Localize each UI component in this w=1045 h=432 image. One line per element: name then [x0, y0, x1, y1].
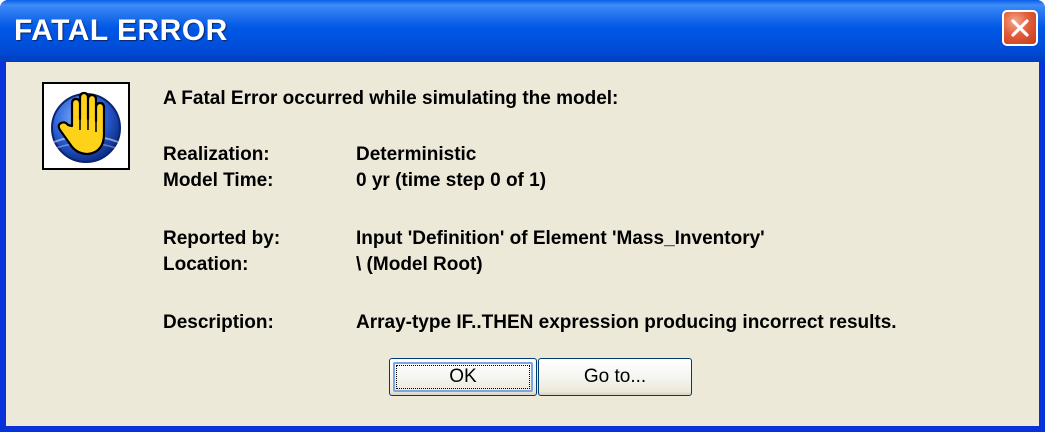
ok-button[interactable]: OK [389, 358, 537, 396]
fatal-error-dialog: FATAL ERROR A Fatal Error occurred while… [0, 0, 1045, 432]
error-header: A Fatal Error occurred while simulating … [163, 88, 619, 109]
model-time-label: Model Time: [163, 170, 274, 191]
error-icon-frame [42, 82, 130, 170]
description-value: Array-type IF..THEN expression producing… [356, 312, 897, 333]
goto-button[interactable]: Go to... [538, 358, 692, 396]
window-bottom-border [0, 426, 1045, 432]
window-title: FATAL ERROR [14, 14, 228, 47]
description-label: Description: [163, 312, 274, 333]
title-bar[interactable]: FATAL ERROR [0, 0, 1045, 62]
reported-by-label: Reported by: [163, 228, 281, 249]
ok-button-label: OK [449, 366, 477, 387]
model-time-value: 0 yr (time step 0 of 1) [356, 170, 547, 191]
location-label: Location: [163, 254, 249, 275]
dialog-body: A Fatal Error occurred while simulating … [6, 62, 1039, 426]
location-value: \ (Model Root) [356, 254, 483, 275]
reported-by-value: Input 'Definition' of Element 'Mass_Inve… [356, 228, 765, 249]
close-button[interactable] [1002, 10, 1038, 46]
stop-hand-icon [51, 91, 121, 163]
goto-button-label: Go to... [583, 366, 647, 387]
realization-label: Realization: [163, 144, 270, 165]
realization-value: Deterministic [356, 144, 477, 165]
close-icon [1011, 19, 1029, 37]
